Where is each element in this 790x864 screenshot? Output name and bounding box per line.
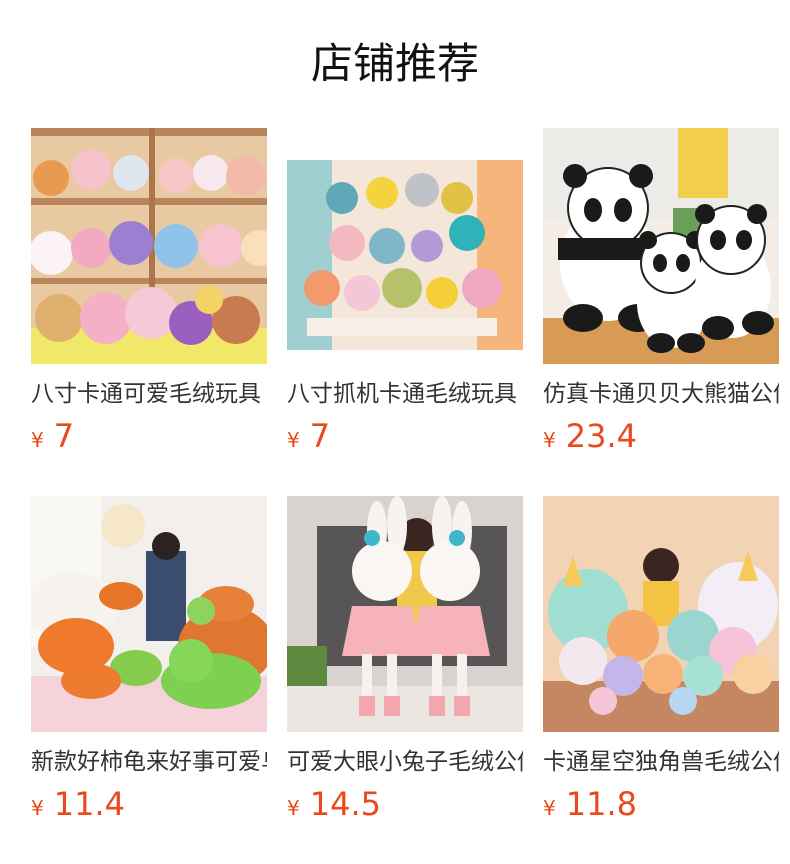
currency-symbol: ¥ (543, 796, 556, 820)
price-value: 7 (53, 417, 75, 455)
price-value: 11.8 (565, 785, 637, 823)
product-image[interactable] (287, 128, 523, 364)
product-name[interactable]: 新款好柿龟来好事可爱乌龟公仔 (31, 746, 267, 778)
product-image[interactable] (31, 128, 267, 364)
price-value: 7 (309, 417, 331, 455)
product-price: ¥ 11.8 (543, 786, 779, 822)
store-recommendation-page: 店铺推荐 八寸卡通可爱毛绒玩具 ¥ 7 八寸抓机卡通毛绒玩具 ¥ 7 仿真卡通贝… (0, 0, 790, 864)
product-card[interactable]: 卡通星空独角兽毛绒公仔 ¥ 11.8 (543, 496, 779, 864)
currency-symbol: ¥ (287, 428, 300, 452)
currency-symbol: ¥ (31, 428, 44, 452)
product-price: ¥ 7 (31, 418, 267, 454)
product-name[interactable]: 八寸卡通可爱毛绒玩具 (31, 378, 267, 410)
price-value: 23.4 (565, 417, 637, 455)
price-value: 14.5 (309, 785, 381, 823)
product-image[interactable] (543, 128, 779, 364)
currency-symbol: ¥ (287, 796, 300, 820)
section-title: 店铺推荐 (310, 39, 479, 88)
price-value: 11.4 (53, 785, 125, 823)
product-price: ¥ 11.4 (31, 786, 267, 822)
product-price: ¥ 23.4 (543, 418, 779, 454)
product-name[interactable]: 八寸抓机卡通毛绒玩具 (287, 378, 523, 410)
product-card[interactable]: 可爱大眼小兔子毛绒公仔 ¥ 14.5 (287, 496, 523, 864)
product-name[interactable]: 仿真卡通贝贝大熊猫公仔 (543, 378, 779, 410)
product-card[interactable]: 八寸抓机卡通毛绒玩具 ¥ 7 (287, 128, 523, 496)
product-name[interactable]: 可爱大眼小兔子毛绒公仔 (287, 746, 523, 778)
product-image[interactable] (31, 496, 267, 732)
currency-symbol: ¥ (543, 428, 556, 452)
currency-symbol: ¥ (31, 796, 44, 820)
product-price: ¥ 14.5 (287, 786, 523, 822)
product-grid: 八寸卡通可爱毛绒玩具 ¥ 7 八寸抓机卡通毛绒玩具 ¥ 7 仿真卡通贝贝大熊猫公… (31, 128, 779, 864)
product-card[interactable]: 仿真卡通贝贝大熊猫公仔 ¥ 23.4 (543, 128, 779, 496)
product-image[interactable] (543, 496, 779, 732)
product-image[interactable] (287, 496, 523, 732)
product-name[interactable]: 卡通星空独角兽毛绒公仔 (543, 746, 779, 778)
product-price: ¥ 7 (287, 418, 523, 454)
product-card[interactable]: 新款好柿龟来好事可爱乌龟公仔 ¥ 11.4 (31, 496, 267, 864)
product-card[interactable]: 八寸卡通可爱毛绒玩具 ¥ 7 (31, 128, 267, 496)
